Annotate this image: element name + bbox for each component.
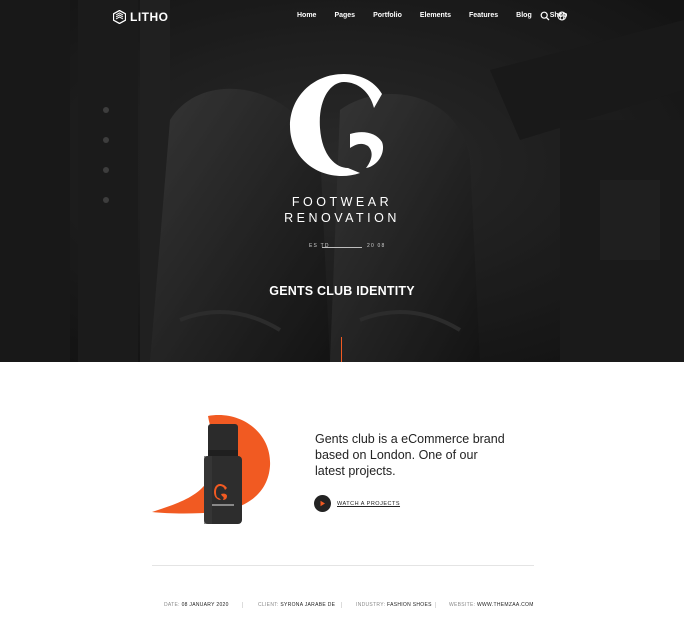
search-icon[interactable] [540, 11, 550, 21]
nav-utility-icons [540, 11, 567, 21]
nav-item-portfolio[interactable]: Portfolio [364, 12, 411, 20]
hero-background-image [0, 0, 684, 362]
section-divider [152, 565, 534, 566]
meta-website: WEBSITE: WWW.THEMZAA.COM [449, 602, 534, 608]
nav-item-features[interactable]: Features [460, 12, 507, 20]
scroll-indicator-line [341, 337, 342, 362]
meta-client-label: CLIENT: [258, 602, 279, 608]
nav-item-home[interactable]: Home [288, 12, 325, 20]
project-meta-row: DATE: 08 JANUARY 2020 CLIENT: SYRONA JAR… [0, 602, 684, 612]
estd-label: ES TD [309, 243, 330, 249]
estd-year: 20 08 [367, 243, 386, 249]
product-bottle-image [152, 415, 271, 524]
hero-title: GENTS CLUB IDENTITY [269, 284, 415, 298]
meta-website-label: WEBSITE: [449, 602, 476, 608]
watch-project-label[interactable]: WATCH A PROJECTS [337, 501, 400, 507]
meta-industry: INDUSTRY: FASHION SHOES [356, 602, 432, 608]
main-navigation: Home Pages Portfolio Elements Features B… [288, 12, 576, 20]
watch-project-link[interactable]: WATCH A PROJECTS [314, 495, 400, 512]
play-icon [320, 500, 325, 507]
meta-industry-value: FASHION SHOES [386, 602, 432, 608]
meta-client: CLIENT: SYRONA JARABE DE [258, 602, 335, 608]
brand-line-footwear: FOOTWEAR [291, 195, 393, 209]
project-intro-text: Gents club is a eCommerce brand based on… [315, 432, 505, 478]
gents-club-g-logo [290, 74, 384, 176]
estd-divider [322, 247, 362, 248]
established-mark: ES TD 20 08 [0, 243, 684, 257]
meta-date-value: 08 JANUARY 2020 [181, 602, 229, 608]
meta-separator [341, 602, 342, 608]
nav-item-pages[interactable]: Pages [325, 12, 364, 20]
logo-icon [113, 10, 126, 24]
meta-separator [242, 602, 243, 608]
nav-item-elements[interactable]: Elements [411, 12, 460, 20]
meta-client-value: SYRONA JARABE DE [280, 602, 336, 608]
nav-item-blog[interactable]: Blog [507, 12, 541, 20]
meta-date-label: DATE: [164, 602, 180, 608]
site-logo[interactable]: LITHO [113, 10, 169, 24]
logo-text: LITHO [130, 10, 169, 24]
globe-icon[interactable] [557, 11, 567, 21]
play-button[interactable] [314, 495, 331, 512]
meta-industry-label: INDUSTRY: [356, 602, 386, 608]
meta-separator [435, 602, 436, 608]
brand-line-renovation: RENOVATION [284, 211, 400, 225]
meta-date: DATE: 08 JANUARY 2020 [164, 602, 229, 608]
hero-section: LITHO Home Pages Portfolio Elements Feat… [0, 0, 684, 362]
meta-website-value[interactable]: WWW.THEMZAA.COM [477, 602, 534, 608]
